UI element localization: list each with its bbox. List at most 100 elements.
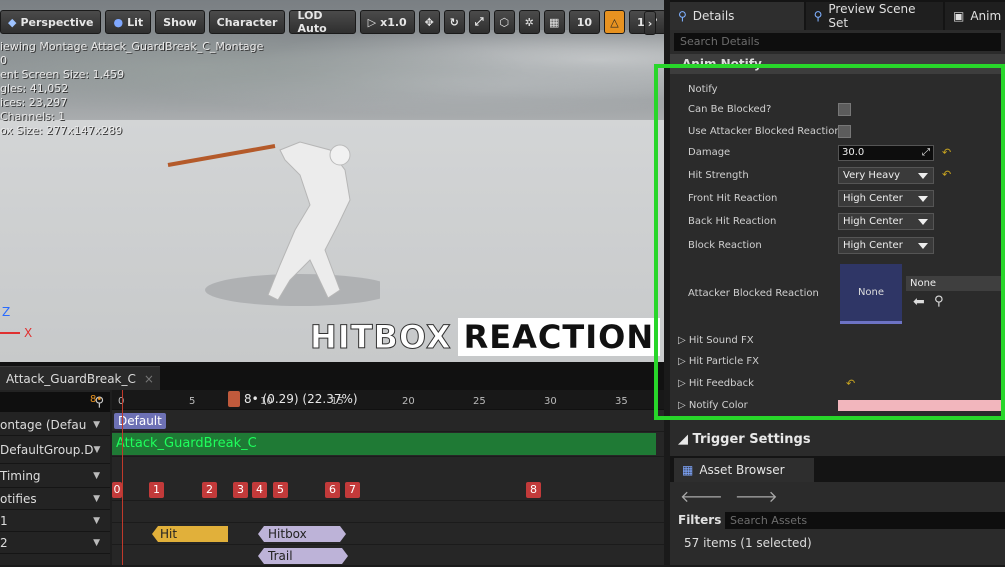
grid-snap-label: 10	[576, 15, 593, 29]
ruler-tick: 30	[544, 396, 557, 407]
perspective-button[interactable]: ◆ Perspective	[0, 10, 102, 34]
stats-line: ent Screen Size: 1.459	[0, 68, 125, 81]
translate-icon[interactable]: ✥	[418, 10, 440, 34]
trigger-settings-label: Trigger Settings	[692, 432, 811, 447]
grid-snap-value[interactable]: 10	[568, 10, 601, 34]
chevron-down-icon[interactable]: ▼	[93, 420, 100, 430]
lod-button[interactable]: LOD Auto	[289, 9, 356, 35]
grid-snap-icon[interactable]: ▦	[543, 10, 565, 34]
notify-track-1: Hit Reactio Hitbox Mele	[112, 523, 664, 545]
ruler-tick: 25	[473, 396, 486, 407]
lit-button[interactable]: ● Lit	[105, 10, 152, 34]
track-label: 1	[0, 513, 8, 528]
stats-line: ox Size: 277x147x289	[0, 124, 123, 137]
timing-marker[interactable]: 1	[149, 482, 164, 498]
playback-speed-button[interactable]: ▷ x1.0	[359, 10, 415, 34]
details-search-input[interactable]: Search Details	[674, 33, 1001, 51]
surface-snap-icon[interactable]: ✲	[518, 10, 540, 34]
axis-gizmo: Z X	[0, 305, 40, 345]
timing-marker[interactable]: 0	[112, 482, 122, 498]
camera-icon: ▣	[953, 9, 965, 23]
rotation-snap-icon[interactable]: △	[604, 10, 626, 34]
anim-segment[interactable]: Attack_GuardBreak_C	[112, 433, 656, 455]
chevron-down-icon[interactable]: ▼	[93, 471, 100, 481]
back-arrow-icon[interactable]: 🡐	[680, 486, 723, 506]
timing-marker[interactable]: 2	[202, 482, 217, 498]
track-row-notifies[interactable]: otifies ▼	[0, 488, 110, 510]
track-row-notify-1[interactable]: 1 ▼	[0, 510, 110, 532]
scale-icon[interactable]: ⤢	[468, 10, 490, 34]
perspective-icon: ◆	[8, 15, 17, 29]
tab-label: Asset Browser	[699, 463, 785, 477]
tab-preview-scene[interactable]: ⚲ Preview Scene Set	[805, 2, 943, 30]
chevron-down-icon[interactable]: ▼	[93, 516, 100, 526]
perspective-label: Perspective	[20, 15, 94, 29]
asset-browser-icon: ▦	[682, 463, 694, 477]
notify-hitbox-melee[interactable]: Hitbox Mele	[258, 526, 346, 542]
axis-z-label: Z	[2, 305, 11, 319]
items-count: 57 items (1 selected)	[684, 536, 812, 550]
overlay-word-hitbox: HITBOX	[310, 318, 452, 357]
timing-marker[interactable]: 3	[233, 482, 248, 498]
timing-marker[interactable]: 8	[526, 482, 541, 498]
character-label: Character	[216, 15, 278, 29]
frame-ruler[interactable]: 0 5 10 15 20 25 30 35 8• (0.29) (22.37%)	[112, 390, 664, 410]
notify-hit-reaction[interactable]: Hit Reactio	[152, 526, 228, 542]
playhead-line	[122, 390, 123, 565]
notifies-lane	[112, 501, 664, 523]
viewport[interactable]: ◆ Perspective ● Lit Show Character LOD A…	[0, 0, 664, 362]
highlight-box	[654, 64, 1005, 420]
track-row-slot[interactable]: DefaultGroup.D ▼	[0, 436, 110, 464]
tab-anim-assets[interactable]: ▣ Anim	[945, 2, 1005, 30]
lit-icon: ●	[113, 15, 124, 29]
timeline-tabbar: Attack_GuardBreak_C ×	[0, 362, 664, 390]
notify-trail[interactable]: Trail	[258, 548, 348, 564]
maximize-viewport-icon[interactable]: ›	[644, 11, 656, 35]
tab-asset-browser[interactable]: ▦ Asset Browser	[674, 458, 814, 482]
timing-lane: 0 1 2 3 4 5 6 7 8	[112, 479, 664, 501]
playhead-label: 8• (0.29) (22.37%)	[244, 392, 358, 406]
track-row-notify-2[interactable]: 2 ▼	[0, 532, 110, 554]
track-label: DefaultGroup.D	[0, 442, 94, 457]
timing-marker[interactable]: 5	[273, 482, 288, 498]
asset-nav: 🡐 🡒	[680, 486, 778, 506]
chevron-down-icon[interactable]: ▼	[93, 494, 100, 504]
timeline-tab[interactable]: Attack_GuardBreak_C ×	[0, 366, 160, 390]
close-icon[interactable]: ×	[144, 372, 154, 386]
forward-arrow-icon[interactable]: 🡒	[735, 486, 778, 506]
chevron-down-icon[interactable]: ▼	[93, 445, 100, 455]
world-local-icon[interactable]: ⬡	[493, 10, 515, 34]
track-row-timing[interactable]: Timing ▼	[0, 464, 110, 488]
overlay-word-reaction: REACTION	[457, 318, 661, 356]
hitbox-reaction-overlay: HITBOX REACTION	[310, 318, 661, 357]
tab-label: Preview Scene Set	[828, 2, 916, 30]
stats-line: 0	[0, 54, 7, 67]
rotate-icon[interactable]: ↻	[443, 10, 465, 34]
ruler-tick: 5	[189, 396, 196, 407]
lit-label: Lit	[127, 15, 144, 29]
asset-search-input[interactable]: Search Assets	[725, 512, 1005, 529]
timeline-tracks[interactable]: 0 5 10 15 20 25 30 35 8• (0.29) (22.37%)…	[112, 390, 664, 567]
category-trigger-settings[interactable]: ◢ Trigger Settings	[670, 430, 1005, 450]
filters-button[interactable]: Filters ▾	[678, 513, 732, 527]
stats-line: iewing Montage Attack_GuardBreak_C_Monta…	[0, 40, 264, 53]
timing-marker[interactable]: 6	[325, 482, 340, 498]
timing-marker[interactable]: 4	[252, 482, 267, 498]
track-row-montage[interactable]: ontage (Defau ▼	[0, 414, 110, 436]
stats-line: Channels: 1	[0, 110, 66, 123]
show-button[interactable]: Show	[155, 10, 205, 34]
tab-details[interactable]: ⚲ Details	[670, 2, 804, 30]
viewport-toolbar: ◆ Perspective ● Lit Show Character LOD A…	[0, 9, 664, 35]
details-icon: ⚲	[678, 9, 687, 23]
character-button[interactable]: Character	[208, 10, 286, 34]
viewport-stats: iewing Montage Attack_GuardBreak_C_Monta…	[0, 40, 263, 138]
add-icon[interactable]: 8•	[90, 394, 102, 405]
chevron-down-icon[interactable]: ▼	[93, 538, 100, 548]
filters-label: Filters	[678, 513, 722, 527]
ruler-tick: 35	[615, 396, 628, 407]
track-label: Timing	[0, 468, 41, 483]
playhead-handle[interactable]	[228, 391, 240, 407]
ruler-tick: 20	[402, 396, 415, 407]
stats-line: ices: 23,297	[0, 96, 68, 109]
timing-marker[interactable]: 7	[345, 482, 360, 498]
